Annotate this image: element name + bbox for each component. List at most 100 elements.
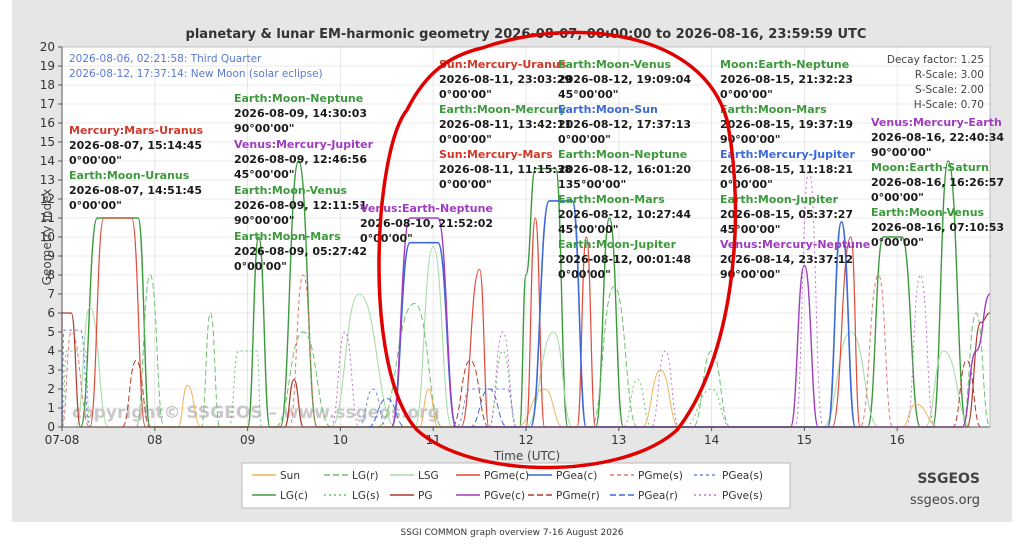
- chart-frame: copyright© SSGEOS – www.ssgeos.org 01234…: [12, 0, 1012, 522]
- y-tick-label: 1: [47, 401, 55, 415]
- x-tick-label: 07-08: [45, 433, 80, 447]
- event-time: 2026-08-15, 21:32:23: [720, 73, 853, 86]
- event-name: Moon:Earth-Neptune: [720, 58, 849, 71]
- event-time: 2026-08-11, 13:42:11: [439, 118, 572, 131]
- event-angle: 135°00'00": [558, 178, 626, 191]
- event-time: 2026-08-09, 12:11:51: [234, 199, 367, 212]
- event-angle: 45°00'00": [720, 223, 781, 236]
- event-name: Earth:Moon-Mars: [234, 230, 341, 243]
- event-time: 2026-08-15, 19:37:19: [720, 118, 853, 131]
- x-tick-label: 10: [333, 433, 348, 447]
- x-tick-label: 12: [518, 433, 533, 447]
- event-name: Earth:Moon-Uranus: [69, 169, 190, 182]
- event-angle: 0°00'00": [69, 154, 122, 167]
- y-tick-label: 5: [47, 325, 55, 339]
- legend-label: LG(r): [352, 470, 379, 482]
- event-angle: 0°00'00": [234, 260, 287, 273]
- y-axis-label: Geometry Index: [40, 189, 54, 286]
- legend-label: PGme(s): [638, 470, 683, 482]
- legend-label: PG: [418, 490, 432, 502]
- event-angle: 45°00'00": [234, 168, 295, 181]
- legend-label: PGve(s): [722, 490, 763, 502]
- chart-title: planetary & lunar EM-harmonic geometry 2…: [186, 27, 867, 42]
- event-angle: 0°00'00": [439, 133, 492, 146]
- event-angle: 0°00'00": [558, 133, 611, 146]
- legend-label: Sun: [280, 470, 300, 482]
- event-angle: 0°00'00": [439, 88, 492, 101]
- event-name: Earth:Moon-Mercury: [439, 103, 566, 116]
- x-tick-label: 15: [797, 433, 812, 447]
- event-angle: 90°00'00": [234, 122, 295, 135]
- scale-info: Decay factor: 1.25: [887, 54, 984, 66]
- event-angle: 45°00'00": [558, 88, 619, 101]
- event-time: 2026-08-11, 11:15:38: [439, 163, 572, 176]
- moon-phase-note: 2026-08-06, 02:21:58: Third Quarter: [69, 53, 262, 65]
- event-time: 2026-08-09, 05:27:42: [234, 245, 367, 258]
- event-time: 2026-08-09, 12:46:56: [234, 153, 367, 166]
- scale-info: S-Scale: 2.00: [915, 84, 984, 96]
- event-angle: 90°00'00": [234, 214, 295, 227]
- event-name: Earth:Moon-Neptune: [558, 148, 687, 161]
- y-tick-label: 13: [40, 173, 55, 187]
- event-angle: 0°00'00": [69, 199, 122, 212]
- event-name: Earth:Moon-Venus: [871, 206, 985, 219]
- event-time: 2026-08-15, 05:37:27: [720, 208, 853, 221]
- event-name: Sun:Mercury-Mars: [439, 148, 553, 161]
- y-tick-label: 20: [40, 40, 55, 54]
- x-axis-label: Time (UTC): [493, 449, 560, 463]
- event-angle: 90°00'00": [720, 268, 781, 281]
- x-tick-label: 16: [890, 433, 905, 447]
- event-name: Moon:Earth-Saturn: [871, 161, 989, 174]
- y-tick-label: 14: [40, 154, 55, 168]
- event-name: Venus:Mercury-Earth: [871, 116, 1002, 129]
- y-tick-label: 7: [47, 287, 55, 301]
- event-name: Venus:Mercury-Jupiter: [234, 138, 374, 151]
- x-tick-label: 08: [147, 433, 162, 447]
- legend-label: PGme(c): [484, 470, 529, 482]
- legend-label: LG(c): [280, 490, 308, 502]
- event-angle: 0°00'00": [871, 236, 924, 249]
- event-name: Earth:Moon-Jupiter: [720, 193, 839, 206]
- event-time: 2026-08-07, 14:51:45: [69, 184, 202, 197]
- legend-label: PGea(r): [638, 490, 678, 502]
- event-name: Mercury:Mars-Uranus: [69, 124, 204, 137]
- x-tick-label: 09: [240, 433, 255, 447]
- scale-info: R-Scale: 3.00: [915, 69, 984, 81]
- event-name: Venus:Mercury-Neptune: [720, 238, 870, 251]
- legend-label: PGme(r): [556, 490, 600, 502]
- y-tick-label: 19: [40, 59, 55, 73]
- event-time: 2026-08-12, 00:01:48: [558, 253, 691, 266]
- event-angle: 90°00'00": [871, 146, 932, 159]
- y-tick-label: 3: [47, 363, 55, 377]
- y-tick-label: 2: [47, 382, 55, 396]
- event-angle: 0°00'00": [720, 178, 773, 191]
- event-time: 2026-08-14, 23:37:12: [720, 253, 853, 266]
- event-time: 2026-08-16, 22:40:34: [871, 131, 1004, 144]
- event-time: 2026-08-07, 15:14:45: [69, 139, 202, 152]
- x-tick-label: 14: [704, 433, 719, 447]
- event-time: 2026-08-12, 16:01:20: [558, 163, 691, 176]
- event-angle: 0°00'00": [871, 191, 924, 204]
- legend-label: PGea(s): [722, 470, 763, 482]
- brand-site: ssgeos.org: [910, 493, 980, 508]
- event-name: Earth:Moon-Mars: [720, 103, 827, 116]
- y-tick-label: 18: [40, 78, 55, 92]
- event-angle: 0°00'00": [360, 232, 413, 245]
- x-tick-label: 13: [611, 433, 626, 447]
- event-angle: 0°00'00": [558, 268, 611, 281]
- event-name: Sun:Mercury-Uranus: [439, 58, 567, 71]
- event-time: 2026-08-16, 16:26:57: [871, 176, 1004, 189]
- y-tick-label: 15: [40, 135, 55, 149]
- event-time: 2026-08-11, 23:03:29: [439, 73, 572, 86]
- legend-label: PGea(c): [556, 470, 597, 482]
- event-name: Earth:Moon-Venus: [234, 184, 348, 197]
- y-tick-label: 0: [47, 420, 55, 434]
- event-angle: 45°00'00": [558, 223, 619, 236]
- event-name: Earth:Moon-Neptune: [234, 92, 363, 105]
- event-name: Earth:Moon-Mars: [558, 193, 665, 206]
- event-time: 2026-08-16, 07:10:53: [871, 221, 1004, 234]
- figure-caption: SSGI COMMON graph overview 7-16 August 2…: [400, 528, 624, 538]
- event-time: 2026-08-09, 14:30:03: [234, 107, 367, 120]
- y-tick-label: 4: [47, 344, 55, 358]
- legend-label: LSG: [418, 470, 439, 482]
